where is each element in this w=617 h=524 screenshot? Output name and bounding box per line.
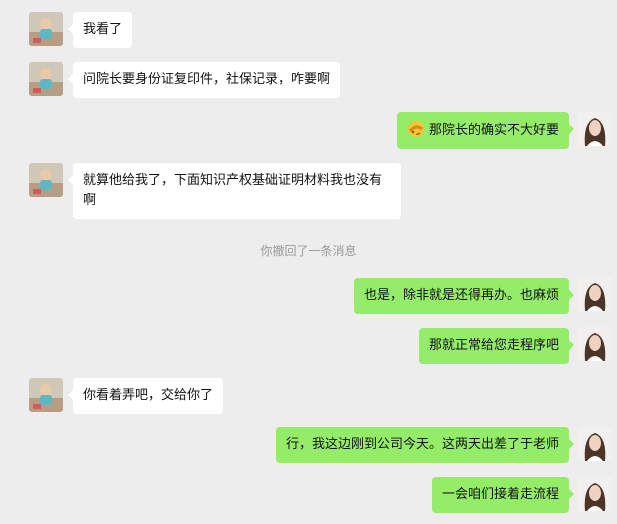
message-bubble[interactable]: 一会咱们接着走流程 (431, 477, 575, 513)
self-avatar[interactable] (578, 327, 612, 361)
baby-photo-avatar-icon (29, 163, 63, 197)
self-avatar[interactable] (578, 477, 612, 511)
baby-photo-avatar-icon (29, 378, 63, 412)
woman-portrait-avatar-icon (578, 327, 612, 361)
message-bubble[interactable]: 也是，除非就是还得再办。也麻烦 (353, 278, 575, 314)
self-avatar[interactable] (578, 427, 612, 461)
message-bubble[interactable]: 就算他给我了，下面知识产权基础证明材料我也没有啊 (68, 163, 401, 219)
facepalm-emoji-icon (407, 121, 424, 137)
contact-avatar[interactable] (29, 62, 63, 96)
message-text: 我看了 (83, 22, 123, 37)
woman-portrait-avatar-icon (578, 112, 612, 146)
self-avatar[interactable] (578, 112, 612, 146)
message-bubble[interactable]: 那院长的确实不大好要 (396, 112, 575, 149)
message-bubble[interactable]: 那就正常给您走程序吧 (418, 328, 575, 364)
recall-notice: 你撤回了一条消息 (260, 244, 357, 258)
contact-avatar[interactable] (29, 163, 63, 197)
message-text: 那院长的确实不大好要 (428, 123, 559, 138)
message-text: 就算他给我了，下面知识产权基础证明材料我也没有啊 (83, 173, 383, 208)
contact-avatar[interactable] (29, 378, 63, 412)
message-text: 你看着弄吧，交给你了 (83, 388, 214, 403)
message-text: 问院长要身份证复印件，社保记录，咋要啊 (83, 72, 331, 87)
message-text: 也是，除非就是还得再办。也麻烦 (363, 288, 559, 303)
message-bubble[interactable]: 我看了 (67, 12, 133, 48)
message-text: 行，我这边刚到公司今天。这两天出差了于老师 (285, 437, 559, 452)
message-bubble[interactable]: 行，我这边刚到公司今天。这两天出差了于老师 (275, 427, 575, 463)
self-avatar[interactable] (578, 277, 612, 311)
message-bubble[interactable]: 你看着弄吧，交给你了 (67, 378, 224, 414)
message-text: 一会咱们接着走流程 (441, 487, 559, 502)
woman-portrait-avatar-icon (578, 427, 612, 461)
woman-portrait-avatar-icon (578, 477, 612, 511)
woman-portrait-avatar-icon (578, 277, 612, 311)
message-bubble[interactable]: 问院长要身份证复印件，社保记录，咋要啊 (67, 62, 341, 98)
baby-photo-avatar-icon (29, 62, 63, 96)
contact-avatar[interactable] (29, 12, 63, 46)
baby-photo-avatar-icon (29, 12, 63, 46)
message-text: 那就正常给您走程序吧 (428, 338, 559, 353)
